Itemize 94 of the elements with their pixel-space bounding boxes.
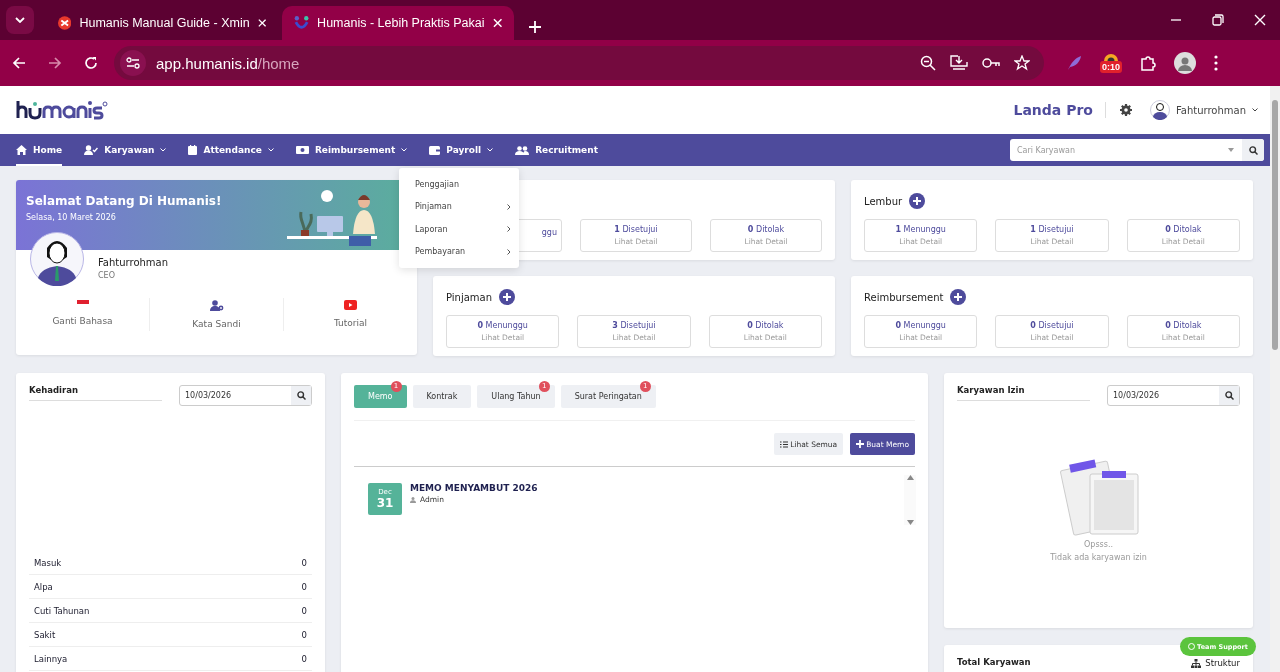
- menu-item[interactable]: Laporan: [399, 218, 519, 241]
- forward-icon[interactable]: [48, 56, 62, 70]
- menu-item[interactable]: Penggajian: [399, 173, 519, 196]
- quick-action[interactable]: Ganti Bahasa: [16, 298, 150, 331]
- user-gear-icon: [209, 300, 224, 311]
- nav-item[interactable]: Karyawan: [84, 134, 167, 166]
- card-title: Kehadiran: [29, 385, 162, 401]
- plus-icon: [856, 440, 865, 448]
- youtube-icon: [344, 300, 357, 310]
- profile-avatar[interactable]: [1174, 52, 1196, 74]
- puzzle-icon[interactable]: [1140, 55, 1156, 71]
- empty-message: Tidak ada karyawan izin: [1050, 553, 1147, 562]
- card-title: Karyawan Izin: [957, 385, 1090, 401]
- row-label: Lainnya: [34, 654, 68, 664]
- search-icon[interactable]: [1224, 391, 1234, 400]
- settings-icon[interactable]: [1119, 104, 1132, 116]
- date-field[interactable]: 10/03/2026: [179, 385, 312, 406]
- add-icon[interactable]: [909, 193, 926, 209]
- brand-name: Landa Pro: [1013, 102, 1106, 118]
- memo-tab[interactable]: Kontrak: [412, 385, 472, 408]
- star-icon[interactable]: [1014, 55, 1030, 71]
- browser-tab[interactable]: Humanis Manual Guide - Xmin: [46, 6, 278, 40]
- user-menu[interactable]: Fahturrohman: [1143, 99, 1264, 121]
- row-label: Masuk: [34, 558, 62, 568]
- quick-action[interactable]: Kata Sandi: [150, 298, 284, 331]
- list-icon: [780, 440, 789, 448]
- nav-item[interactable]: Home: [16, 134, 63, 166]
- welcome-date: Selasa, 10 Maret 2026: [26, 213, 117, 222]
- chevron-down-icon: [15, 17, 25, 23]
- nav-item[interactable]: Payroll: [429, 134, 494, 166]
- reload-icon[interactable]: [84, 56, 98, 70]
- row-value: 0: [301, 606, 307, 616]
- card-title: Reimbursement: [864, 291, 944, 303]
- org-chart-icon: [1191, 658, 1202, 668]
- menu-item[interactable]: Pinjaman: [399, 195, 519, 218]
- site-settings-icon: [126, 57, 140, 69]
- add-icon[interactable]: [499, 289, 516, 305]
- close-icon[interactable]: [257, 18, 266, 28]
- avatar-drawing: [30, 232, 84, 286]
- menu-icon[interactable]: [1214, 55, 1218, 71]
- nav-item[interactable]: Recruitment: [515, 134, 598, 166]
- search-icon[interactable]: [296, 391, 306, 400]
- restore-icon[interactable]: [1212, 14, 1224, 26]
- app-icon: [294, 15, 310, 31]
- user-name: Fahturrohman: [98, 257, 169, 268]
- row-label: Alpa: [34, 582, 53, 592]
- nav-item[interactable]: Reimbursement: [295, 134, 408, 166]
- home-icon: [16, 145, 27, 155]
- quick-action[interactable]: Tutorial: [284, 298, 417, 331]
- card-title: Pinjaman: [446, 291, 493, 303]
- chat-icon: [1188, 643, 1196, 650]
- user-role: CEO: [98, 271, 116, 280]
- url-text: app.humanis.id/home: [156, 54, 301, 72]
- users-icon: [515, 145, 530, 155]
- close-icon[interactable]: [1254, 14, 1266, 26]
- row-value: 0: [301, 582, 307, 592]
- caret-icon: [1228, 148, 1234, 152]
- row-label: Sakit: [34, 630, 56, 640]
- page-scrollbar[interactable]: [1270, 86, 1280, 672]
- row-label: Cuti Tahunan: [34, 606, 90, 616]
- search-icon[interactable]: [1248, 145, 1258, 155]
- scrollbar[interactable]: [904, 475, 916, 525]
- caret-icon: [1252, 108, 1258, 112]
- nav-item[interactable]: Attendance: [188, 134, 274, 166]
- wallet-icon: [429, 145, 441, 155]
- up-arrow-icon[interactable]: [906, 475, 914, 480]
- timer-badge: 0:10: [1100, 61, 1122, 73]
- browser-tab[interactable]: Humanis - Lebih Praktis Pakai: [282, 6, 514, 40]
- address-bar[interactable]: app.humanis.id/home: [114, 46, 1044, 80]
- down-arrow-icon[interactable]: [906, 520, 914, 525]
- card-title: Total Karyawan: [957, 657, 1031, 669]
- close-icon[interactable]: [492, 18, 502, 28]
- tab-search-button[interactable]: [6, 6, 34, 34]
- date-field[interactable]: 10/03/2026: [1107, 385, 1240, 406]
- avatar-icon: [1149, 100, 1170, 120]
- row-value: 0: [301, 654, 307, 664]
- welcome-title: Selamat Datang Di Humanis!: [26, 194, 223, 208]
- user-check-icon: [84, 145, 99, 155]
- key-icon[interactable]: [982, 57, 1000, 69]
- structure-link[interactable]: Struktur: [1191, 657, 1240, 669]
- row-value: 0: [301, 558, 307, 568]
- empty-title: Opsss..: [1084, 540, 1113, 549]
- zoom-out-icon[interactable]: [920, 55, 936, 71]
- install-icon[interactable]: [950, 55, 968, 71]
- row-value: 0: [301, 630, 307, 640]
- user-icon: [410, 496, 416, 503]
- card-title: Lembur: [864, 195, 903, 207]
- calendar-icon: [188, 145, 198, 155]
- back-icon[interactable]: [12, 56, 26, 70]
- money-icon: [295, 146, 309, 154]
- new-tab-icon[interactable]: [528, 20, 542, 34]
- app-icon: [58, 15, 72, 31]
- add-icon[interactable]: [950, 289, 967, 305]
- menu-item[interactable]: Pembayaran: [399, 240, 519, 263]
